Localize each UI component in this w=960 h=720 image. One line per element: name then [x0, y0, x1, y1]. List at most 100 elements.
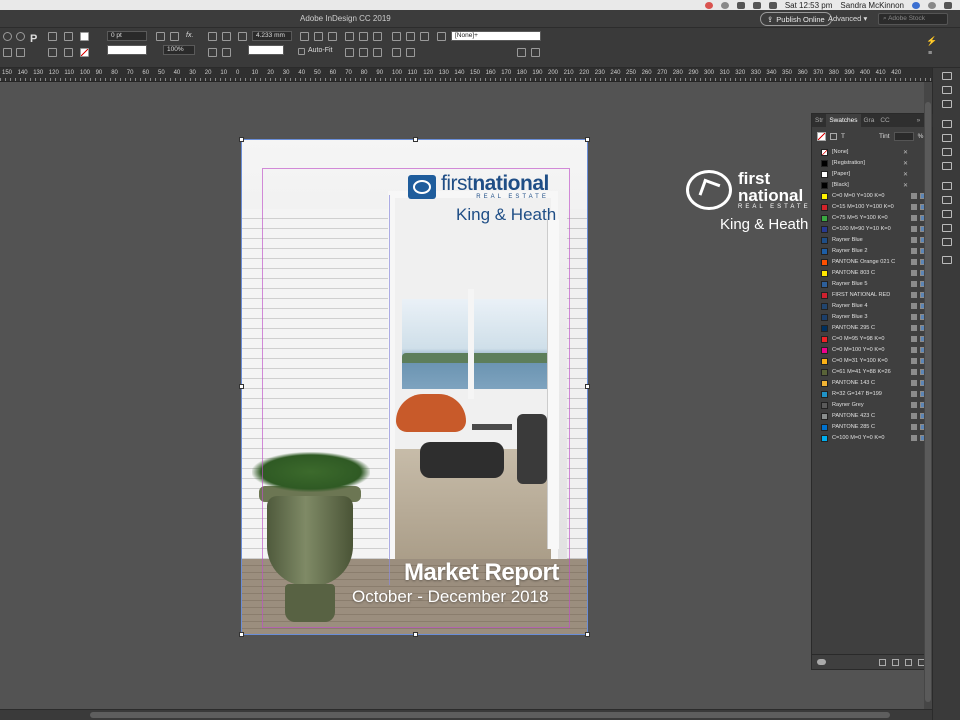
- fill-swatch-icon[interactable]: [80, 32, 89, 41]
- swatch-row[interactable]: C=0 M=100 Y=0 K=0: [812, 345, 933, 356]
- swatch-row[interactable]: R=32 G=147 B=199: [812, 389, 933, 400]
- corner-shape-select[interactable]: [248, 45, 284, 55]
- publish-online-button[interactable]: ⇪ Publish Online: [760, 12, 832, 26]
- swatch-row[interactable]: C=0 M=31 Y=100 K=0: [812, 356, 933, 367]
- frame-fitting-icon[interactable]: [208, 48, 217, 57]
- distribute-left-icon[interactable]: [345, 48, 354, 57]
- object-style-select[interactable]: [None]+: [451, 31, 541, 41]
- resize-handle-w[interactable]: [239, 384, 244, 389]
- swatch-row[interactable]: C=0 M=95 Y=98 K=0: [812, 334, 933, 345]
- swatch-row[interactable]: C=61 M=41 Y=88 K=26: [812, 367, 933, 378]
- report-title-text[interactable]: Market Report: [404, 559, 559, 587]
- swatch-row[interactable]: PANTONE Orange 021 C: [812, 257, 933, 268]
- resize-handle-ne[interactable]: [585, 137, 590, 142]
- distribute-vcenter-icon[interactable]: [406, 32, 415, 41]
- swatch-row[interactable]: PANTONE 803 C: [812, 268, 933, 279]
- gap-field[interactable]: 4.233 mm: [252, 31, 292, 41]
- swatch-row[interactable]: C=15 M=100 Y=100 K=0: [812, 202, 933, 213]
- pasteboard-logo[interactable]: first national REAL ESTATE: [686, 170, 811, 210]
- tint-input[interactable]: [893, 131, 914, 141]
- rotate-cw-icon[interactable]: [3, 32, 12, 41]
- swatch-row[interactable]: PANTONE 143 C: [812, 378, 933, 389]
- swatch-row[interactable]: Rayner Grey: [812, 400, 933, 411]
- stroke-panel-icon[interactable]: [942, 120, 952, 128]
- align-hcenter-icon[interactable]: [314, 32, 323, 41]
- swatch-row[interactable]: [Registration] ✕: [812, 158, 933, 169]
- swatch-row[interactable]: Rayner Blue 4: [812, 301, 933, 312]
- show-all-icon[interactable]: [879, 659, 886, 666]
- swatch-row[interactable]: [Black] ✕: [812, 180, 933, 191]
- select-container-icon[interactable]: [48, 32, 57, 41]
- horizontal-ruler[interactable]: 150 140 130 120 110 100 90 80 70 60 50 40 30 20 10 0 10 2…: [0, 68, 932, 82]
- tab-stroke[interactable]: Str: [812, 114, 826, 127]
- distribute-bottom-icon[interactable]: [420, 32, 429, 41]
- menubar-clock[interactable]: Sat 12:53 pm: [785, 1, 833, 10]
- tab-cc-libraries[interactable]: CC: [877, 114, 892, 127]
- page-office-name[interactable]: King & Heath: [456, 205, 556, 225]
- cc-libraries-icon[interactable]: [942, 162, 952, 170]
- fit-content-icon[interactable]: [222, 48, 231, 57]
- opacity-icon[interactable]: [170, 32, 179, 41]
- swatches-panel-icon[interactable]: [942, 134, 952, 142]
- clear-overrides-icon[interactable]: [517, 48, 526, 57]
- document-page[interactable]: firstnational REAL ESTATE King & Heath M…: [242, 139, 587, 635]
- notification-center-icon[interactable]: [944, 1, 952, 9]
- swatch-row[interactable]: PANTONE 423 C: [812, 411, 933, 422]
- wrap-bbox-icon[interactable]: [222, 32, 231, 41]
- align-left-edges-icon[interactable]: [300, 32, 309, 41]
- align-right-edges-icon[interactable]: [328, 32, 337, 41]
- wrap-none-icon[interactable]: [208, 32, 217, 41]
- resize-handle-sw[interactable]: [239, 632, 244, 637]
- distribute-right-icon[interactable]: [373, 48, 382, 57]
- swatch-row[interactable]: Rayner Blue 2: [812, 246, 933, 257]
- swatch-row[interactable]: C=100 M=90 Y=10 K=0: [812, 224, 933, 235]
- adobe-stock-search-input[interactable]: ⌕ Adobe Stock: [878, 13, 948, 25]
- vertical-scrollbar[interactable]: [924, 82, 932, 709]
- resize-handle-nw[interactable]: [239, 137, 244, 142]
- select-content-icon[interactable]: [48, 48, 57, 57]
- stroke-swatch-icon[interactable]: [80, 48, 89, 57]
- distribute-top-icon[interactable]: [392, 32, 401, 41]
- volume-icon[interactable]: [752, 1, 761, 9]
- pages-panel-icon[interactable]: [942, 72, 952, 80]
- distribute-space-h-icon[interactable]: [406, 48, 415, 57]
- layers-panel-icon[interactable]: [942, 86, 952, 94]
- align-bottom-edges-icon[interactable]: [373, 32, 382, 41]
- resize-handle-se[interactable]: [585, 632, 590, 637]
- new-swatch-icon[interactable]: [905, 659, 912, 666]
- flip-horizontal-icon[interactable]: [3, 48, 12, 57]
- siri-icon[interactable]: [912, 1, 920, 9]
- swatch-row[interactable]: [Paper] ✕: [812, 169, 933, 180]
- vertical-scroll-thumb[interactable]: [925, 102, 931, 702]
- text-wrap-panel-icon[interactable]: [942, 196, 952, 204]
- swatch-row[interactable]: FIRST NATIONAL RED: [812, 290, 933, 301]
- menubar-user[interactable]: Sandra McKinnon: [840, 1, 904, 10]
- effects-panel-icon[interactable]: [942, 182, 952, 190]
- resize-handle-e[interactable]: [585, 384, 590, 389]
- cloud-icon[interactable]: [817, 659, 826, 665]
- swatch-row[interactable]: PANTONE 295 C: [812, 323, 933, 334]
- swatch-row[interactable]: Rayner Blue 3: [812, 312, 933, 323]
- effects-icon[interactable]: fx.: [186, 32, 193, 39]
- gradient-panel-icon[interactable]: [942, 148, 952, 156]
- previous-object-icon[interactable]: [64, 48, 73, 57]
- text-icon[interactable]: T: [841, 133, 845, 140]
- opacity-field[interactable]: 100%: [163, 45, 195, 55]
- align-top-edges-icon[interactable]: [345, 32, 354, 41]
- pasteboard-office-name[interactable]: King & Heath: [720, 216, 808, 233]
- resize-handle-s[interactable]: [413, 632, 418, 637]
- cc-files-icon[interactable]: [942, 256, 952, 264]
- align-icon[interactable]: [238, 32, 247, 41]
- panel-menu-icon[interactable]: ≡: [928, 50, 932, 57]
- spotlight-search-icon[interactable]: [928, 1, 936, 9]
- swatch-row[interactable]: C=75 M=5 Y=100 K=0: [812, 213, 933, 224]
- rotate-ccw-icon[interactable]: [16, 32, 25, 41]
- type-on-path-icon[interactable]: P: [30, 33, 37, 45]
- drop-shadow-icon[interactable]: [156, 32, 165, 41]
- quick-apply-icon[interactable]: [531, 48, 540, 57]
- character-styles-icon[interactable]: [942, 224, 952, 232]
- fill-stroke-icon[interactable]: [817, 131, 826, 141]
- report-date-text[interactable]: October - December 2018: [352, 587, 549, 607]
- battery-icon[interactable]: [768, 1, 777, 9]
- container-icon[interactable]: [830, 132, 837, 140]
